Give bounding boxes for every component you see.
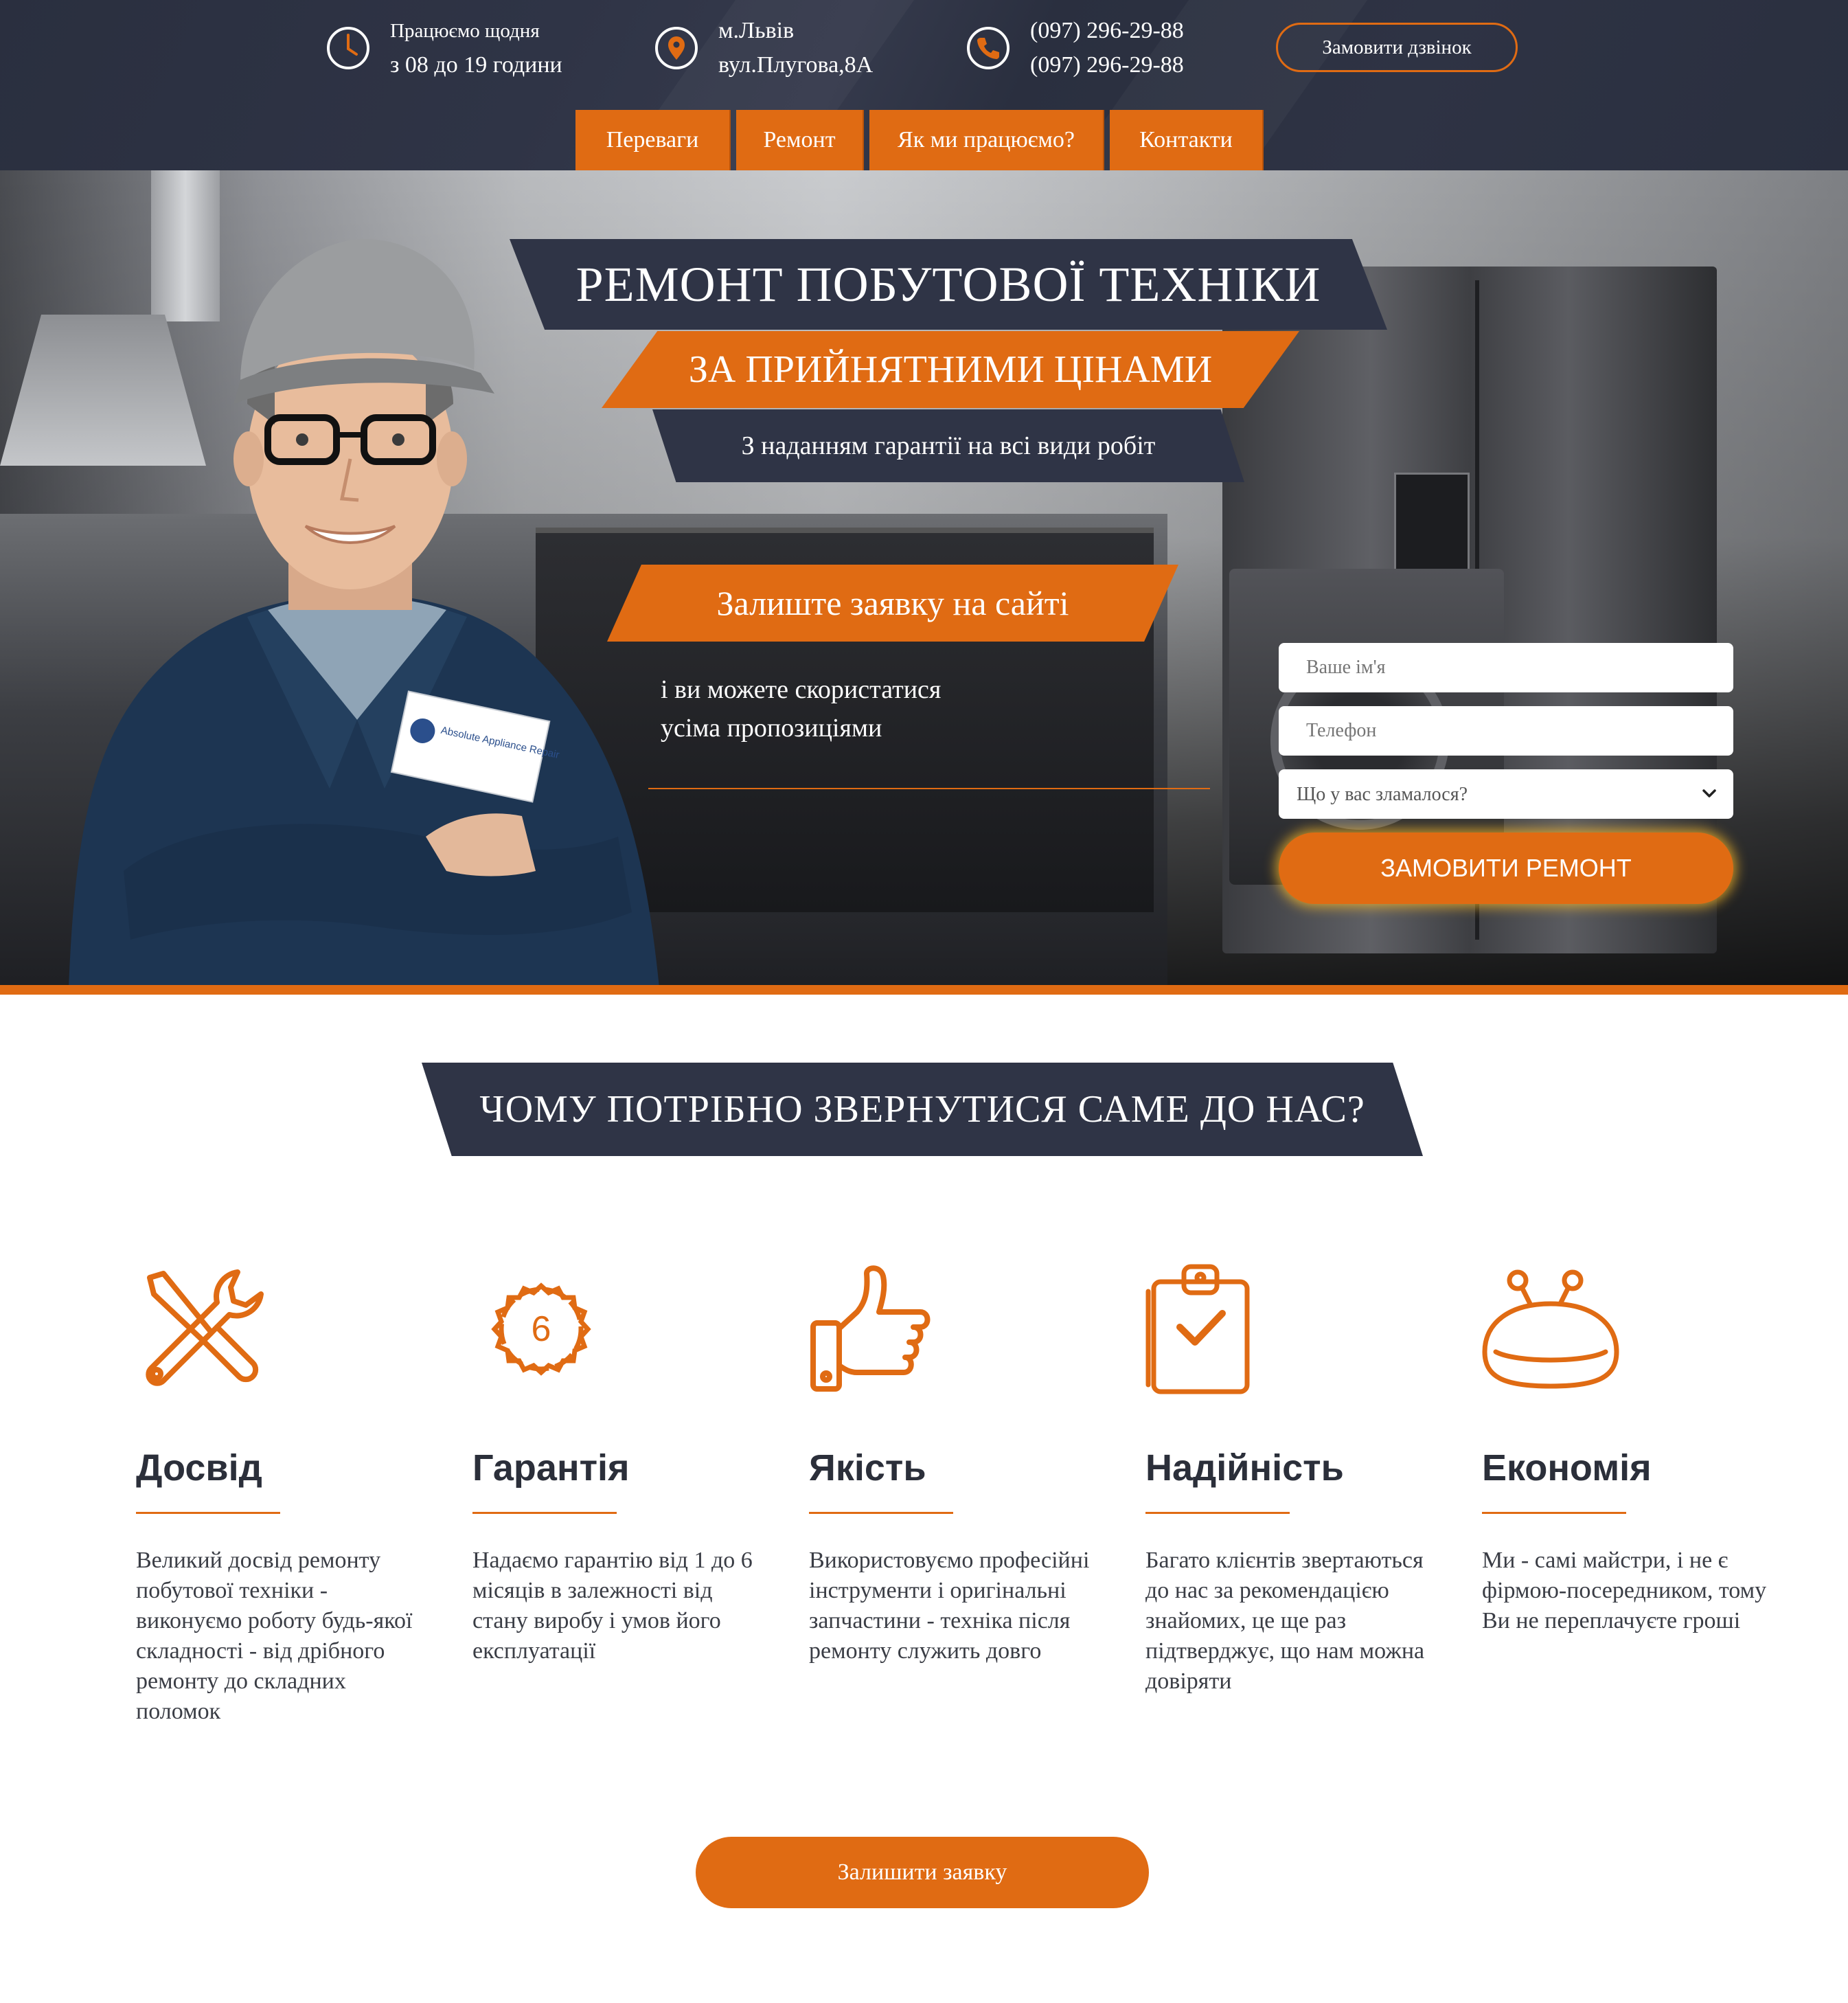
order-repair-button[interactable]: ЗАМОВИТИ РЕМОНТ [1279,833,1733,904]
main-nav: Переваги Ремонт Як ми працюємо? Контакти [575,110,1264,170]
hero-bottom-accent [0,985,1848,995]
feature-economy: Економія Ми - самі майстри, і не є фірмо… [1482,1264,1770,1636]
address-info: м.Львів вул.Плугова,8А [654,14,873,82]
phone-icon [966,25,1011,71]
feature-title: Економія [1482,1447,1652,1489]
cta-divider [648,788,1210,789]
cta-text: і ви можете скористатися усіма пропозиці… [661,670,941,747]
background-dispenser [1394,473,1470,576]
why-us-title: ЧОМУ ПОТРІБНО ЗВЕРНУТИСЯ САМЕ ДО НАС? [479,1088,1365,1131]
feature-underline [1482,1512,1626,1514]
nav-item-repair[interactable]: Ремонт [736,110,864,170]
warranty-badge-number: 6 [532,1309,551,1349]
phone-info: (097) 296-29-88 (097) 296-29-88 [966,14,1184,82]
site-header: Працюємо щодня з 08 до 19 години м.Львів… [0,0,1848,170]
phone-number-2[interactable]: (097) 296-29-88 [1030,48,1184,82]
feature-underline [1145,1512,1290,1514]
hero-subtitle: ЗА ПРИЙНЯТНИМИ ЦІНАМИ [688,348,1213,391]
cta-title: Залиште заявку на сайті [716,584,1069,622]
feature-reliability: Надійність Багато клієнтів звертаються д… [1145,1264,1434,1697]
clock-icon [326,25,371,71]
city: м.Львів [718,18,795,43]
name-input[interactable] [1279,643,1733,692]
street: вул.Плугова,8А [718,52,874,78]
hero-subtitle-banner: ЗА ПРИЙНЯТНИМИ ЦІНАМИ [602,331,1299,408]
repair-request-form: Що у вас зламалося? ЗАМОВИТИ РЕМОНТ [1279,643,1733,904]
thumbs-up-icon [810,1265,931,1392]
nav-item-advantages[interactable]: Переваги [575,110,731,170]
problem-select[interactable]: Що у вас зламалося? [1279,769,1733,819]
clipboard-check-icon [1145,1264,1250,1394]
cta-banner: Залиште заявку на сайті [607,565,1178,642]
tools-icon [146,1269,264,1386]
hero-title: РЕМОНТ ПОБУТОВОЇ ТЕХНІКИ [575,256,1321,312]
feature-title: Гарантія [472,1447,630,1489]
feature-underline [809,1512,953,1514]
problem-select-wrap: Що у вас зламалося? [1279,769,1733,819]
feature-title: Надійність [1145,1447,1344,1489]
wallet-icon [1482,1269,1619,1389]
feature-text: Великий досвід ремонту побутової техніки… [136,1548,413,1724]
schedule-info: Працюємо щодня з 08 до 19 години [326,14,562,82]
feature-text: Багато клієнтів звертаються до нас за ре… [1145,1548,1425,1694]
feature-title: Якість [809,1447,926,1489]
callback-button[interactable]: Замовити дзвінок [1276,23,1518,72]
feature-text: Ми - самі майстри, і не є фірмою-посеред… [1482,1548,1767,1633]
leave-request-button[interactable]: Залишити заявку [696,1837,1149,1908]
feature-experience: Досвід Великий досвід ремонту побутової … [136,1264,424,1727]
location-pin-icon [654,25,699,71]
phone-number-1[interactable]: (097) 296-29-88 [1030,14,1184,48]
schedule-line1: Працюємо щодня [390,20,540,42]
cta-line-2: усіма пропозиціями [661,714,882,743]
hero-title-banner: РЕМОНТ ПОБУТОВОЇ ТЕХНІКИ [510,239,1387,330]
hero-section: Absolute Appliance Repair РЕМОНТ ПОБУТОВ… [0,170,1848,985]
feature-underline [472,1512,617,1514]
feature-underline [136,1512,280,1514]
warranty-badge-icon: 6 [491,1282,591,1376]
nav-item-contacts[interactable]: Контакти [1110,110,1264,170]
feature-quality: Якість Використовуємо професійні інструм… [809,1264,1097,1666]
cta-line-1: і ви можете скористатися [661,675,942,704]
feature-warranty: 6 Гарантія Надаємо гарантію від 1 до 6 м… [472,1264,761,1666]
phone-input[interactable] [1279,706,1733,756]
nav-item-how-we-work[interactable]: Як ми працюємо? [869,110,1104,170]
hero-tagline: З наданням гарантії на всі види робіт [741,431,1156,460]
why-us-banner: ЧОМУ ПОТРІБНО ЗВЕРНУТИСЯ САМЕ ДО НАС? [422,1063,1423,1156]
feature-text: Надаємо гарантію від 1 до 6 місяців в за… [472,1548,753,1664]
hero-tagline-banner: З наданням гарантії на всі види робіт [652,409,1244,482]
feature-text: Використовуємо професійні інструменти і … [809,1548,1090,1664]
feature-title: Досвід [136,1447,262,1489]
schedule-line2: з 08 до 19 години [390,52,562,78]
